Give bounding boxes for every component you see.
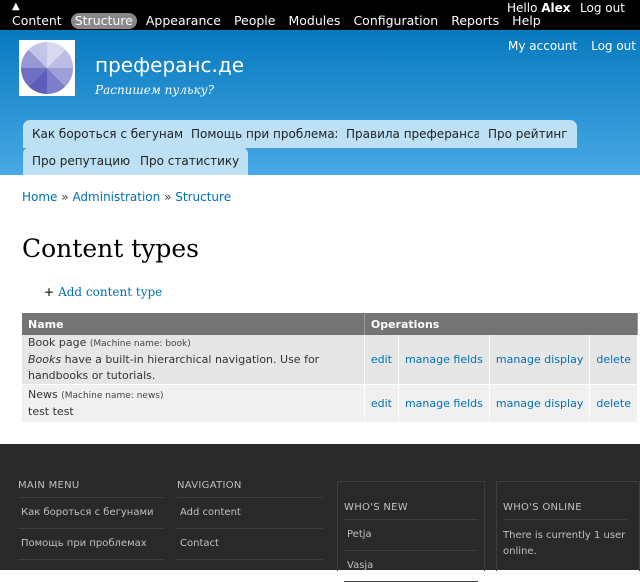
site-slogan: Распишем пульку?	[95, 83, 215, 97]
admin-menu: Content Structure Appearance People Modu…	[8, 13, 550, 29]
site-logo[interactable]	[19, 40, 75, 96]
footer-navigation-item[interactable]: Add content	[177, 498, 323, 529]
content-types-table: Name Operations Book page (Machine name:…	[22, 313, 639, 423]
op-cell-manage-fields: manage fields	[398, 384, 490, 423]
page-title: Content types	[22, 234, 200, 263]
tab-rating[interactable]: Про рейтинг	[479, 120, 577, 148]
footer-navigation-title: NAVIGATION	[177, 480, 323, 498]
op-cell-delete: delete	[589, 384, 638, 423]
content-type-name: News	[28, 388, 58, 401]
tab-statistics[interactable]: Про статистику	[131, 147, 249, 175]
footer-main-menu-item[interactable]: Как бороться с бегунами	[18, 498, 164, 529]
whos-new-user[interactable]: Vasja	[344, 551, 478, 582]
op-cell-manage-display: manage display	[489, 335, 591, 385]
footer-main-menu: MAIN MENU Как бороться с бегунами Помощь…	[18, 480, 164, 560]
machine-name: (Machine name: news)	[61, 391, 164, 401]
breadcrumb-separator: »	[61, 190, 69, 204]
description-emphasis: Books	[28, 353, 62, 366]
admin-menu-appearance[interactable]: Appearance	[142, 13, 225, 29]
tab-reputation[interactable]: Про репутацию	[23, 147, 140, 175]
header-logout-link[interactable]: Log out	[591, 39, 636, 53]
whos-online-content: WHO'S ONLINE There is currently 1 user o…	[503, 502, 627, 560]
column-header-operations: Operations	[364, 313, 639, 335]
manage-display-link[interactable]: manage display	[496, 397, 583, 410]
content-type-cell: Book page (Machine name: book) Books hav…	[22, 335, 365, 385]
whos-online-text: There is currently 1 user online.	[503, 530, 626, 557]
whos-new-user[interactable]: Petja	[344, 520, 478, 551]
description-text: have a built-in hierarchical navigation.…	[28, 353, 320, 382]
admin-menu-reports[interactable]: Reports	[447, 13, 503, 29]
my-account-link[interactable]: My account	[508, 39, 577, 53]
admin-toolbar: ▲ Content Structure Appearance People Mo…	[0, 0, 640, 30]
content-type-cell: News (Machine name: news) test test	[22, 384, 365, 423]
table-row: News (Machine name: news) test test edit…	[22, 384, 638, 423]
op-cell-manage-display: manage display	[489, 384, 591, 423]
site-header: преферанс.де Распишем пульку? My account…	[0, 30, 640, 175]
admin-menu-content[interactable]: Content	[8, 13, 66, 29]
breadcrumb-administration[interactable]: Administration	[72, 190, 160, 204]
table-row: Book page (Machine name: book) Books hav…	[22, 335, 638, 385]
op-cell-manage-fields: manage fields	[398, 335, 490, 385]
toolbar-logout-link[interactable]: Log out	[580, 0, 625, 16]
footer-main-menu-title: MAIN MENU	[18, 480, 164, 498]
machine-name: (Machine name: book)	[89, 339, 191, 349]
breadcrumb-separator: »	[164, 190, 172, 204]
site-footer: MAIN MENU Как бороться с бегунами Помощь…	[0, 444, 640, 582]
add-content-type-label: Add content type	[58, 285, 163, 299]
whos-online-title: WHO'S ONLINE	[503, 502, 627, 520]
tab-help-problems[interactable]: Помощь при проблемах	[182, 120, 351, 148]
delete-link[interactable]: delete	[596, 353, 631, 366]
plus-icon: +	[44, 285, 55, 299]
site-name[interactable]: преферанс.де	[95, 52, 244, 78]
breadcrumb-structure[interactable]: Structure	[175, 190, 231, 204]
add-content-type-link[interactable]: + Add content type	[44, 285, 162, 299]
admin-menu-configuration[interactable]: Configuration	[349, 13, 442, 29]
admin-menu-people[interactable]: People	[230, 13, 280, 29]
op-cell-edit: edit	[364, 384, 399, 423]
logo-wheel-icon	[19, 40, 75, 96]
delete-link[interactable]: delete	[596, 397, 631, 410]
breadcrumb-home[interactable]: Home	[22, 190, 57, 204]
op-cell-edit: edit	[364, 335, 399, 385]
table-header-row: Name Operations	[22, 313, 639, 335]
column-header-name: Name	[22, 313, 365, 335]
footer-navigation: NAVIGATION Add content Contact	[177, 480, 323, 560]
breadcrumb: Home » Administration » Structure	[22, 190, 231, 204]
home-icon[interactable]: ▲	[12, 1, 20, 13]
manage-fields-link[interactable]: manage fields	[405, 353, 483, 366]
manage-fields-link[interactable]: manage fields	[405, 397, 483, 410]
tab-runners[interactable]: Как бороться с бегунами	[23, 120, 200, 148]
admin-menu-structure[interactable]: Structure	[70, 13, 137, 29]
tab-rules[interactable]: Правила преферанса	[337, 120, 490, 148]
op-cell-delete: delete	[589, 335, 638, 385]
manage-display-link[interactable]: manage display	[496, 353, 583, 366]
description-text: test test	[28, 405, 74, 418]
admin-menu-modules[interactable]: Modules	[284, 13, 344, 29]
footer-main-menu-item[interactable]: Помощь при проблемах	[18, 529, 164, 560]
whos-online-block: WHO'S ONLINE There is currently 1 user o…	[496, 481, 640, 571]
user-name[interactable]: Alex	[541, 1, 570, 15]
whos-new-block: WHO'S NEW Petja Vasja	[337, 481, 485, 582]
edit-link[interactable]: edit	[371, 353, 392, 366]
user-greeting: Hello Alex	[507, 0, 571, 16]
secondary-menu: My account Log out	[494, 39, 636, 53]
whos-new-title: WHO'S NEW	[344, 502, 478, 520]
greeting-prefix: Hello	[507, 1, 538, 15]
whos-new-content: WHO'S NEW Petja Vasja	[344, 502, 478, 582]
footer-navigation-item[interactable]: Contact	[177, 529, 323, 560]
content-type-name: Book page	[28, 336, 87, 349]
edit-link[interactable]: edit	[371, 397, 392, 410]
